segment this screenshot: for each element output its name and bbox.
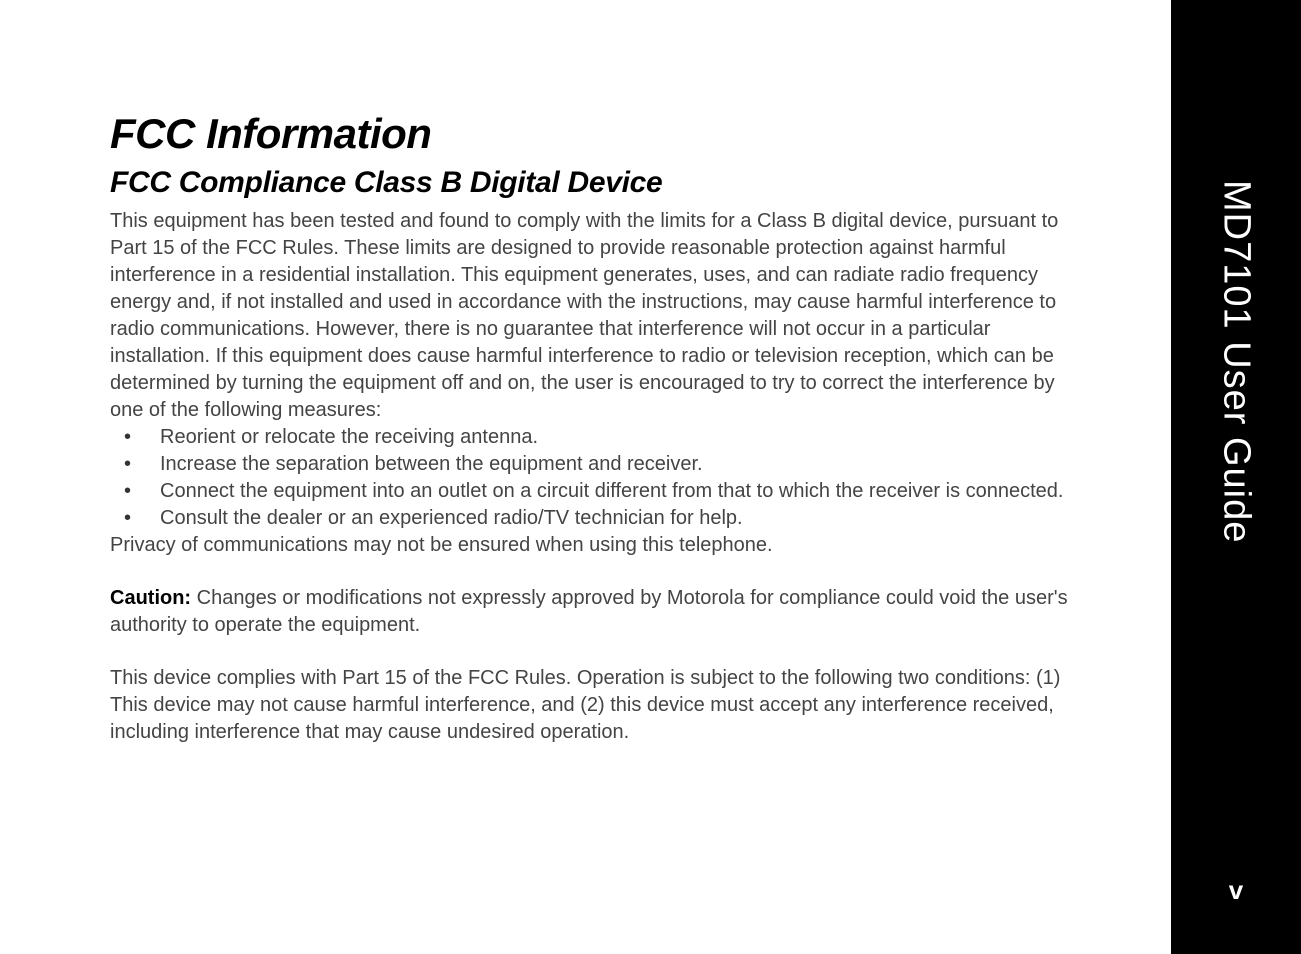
part15-paragraph: This device complies with Part 15 of the… (110, 665, 1070, 746)
intro-paragraph: This equipment has been tested and found… (110, 208, 1070, 424)
page-subtitle: FCC Compliance Class B Digital Device (110, 166, 1070, 200)
list-item: Increase the separation between the equi… (110, 451, 1070, 478)
privacy-paragraph: Privacy of communications may not be ens… (110, 532, 1070, 559)
sidebar: MD7101 User Guide v (1171, 0, 1301, 954)
list-item: Connect the equipment into an outlet on … (110, 478, 1070, 505)
list-item: Consult the dealer or an experienced rad… (110, 505, 1070, 532)
page-title: FCC Information (110, 110, 1070, 158)
document-title-vertical: MD7101 User Guide (1215, 180, 1258, 543)
page-content: FCC Information FCC Compliance Class B D… (0, 0, 1170, 806)
list-item: Reorient or relocate the receiving anten… (110, 424, 1070, 451)
caution-label: Caution: (110, 587, 191, 609)
caution-text: Changes or modifications not expressly a… (110, 587, 1068, 636)
caution-paragraph: Caution: Changes or modifications not ex… (110, 585, 1070, 639)
measures-list: Reorient or relocate the receiving anten… (110, 424, 1070, 532)
page-number: v (1229, 875, 1243, 906)
